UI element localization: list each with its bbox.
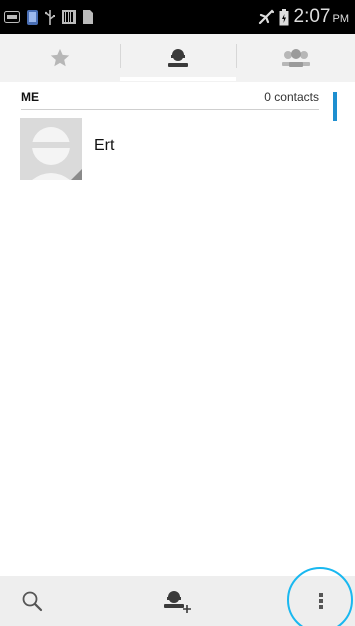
barcode-icon	[62, 10, 76, 24]
contact-count: 0 contacts	[264, 90, 319, 104]
selected-tab-indicator	[120, 77, 236, 81]
add-contact-button[interactable]	[153, 576, 203, 626]
status-time: 2:07	[293, 6, 331, 27]
contact-list[interactable]: ME 0 contacts Ert	[0, 82, 355, 576]
default-avatar-icon	[20, 118, 82, 180]
avatar[interactable]	[20, 118, 82, 180]
airplane-mode-icon	[258, 9, 274, 25]
usb-icon	[45, 9, 55, 25]
search-icon	[22, 591, 43, 612]
star-icon	[50, 48, 70, 67]
phone-icon	[27, 9, 38, 25]
sim-icon	[83, 10, 93, 24]
contact-name: Ert	[94, 137, 115, 154]
section-header-me: ME 0 contacts	[21, 90, 319, 110]
notification-count-icon	[4, 11, 20, 23]
section-title: ME	[21, 90, 39, 104]
status-ampm: PM	[332, 12, 350, 25]
tab-favorites[interactable]	[0, 34, 120, 82]
highlight-ring	[287, 567, 353, 626]
group-icon	[281, 49, 310, 67]
fast-scroll-indicator[interactable]	[333, 92, 337, 121]
add-contact-icon	[164, 591, 191, 613]
battery-icon	[279, 8, 289, 25]
tab-bar	[0, 34, 355, 82]
person-icon	[168, 49, 188, 67]
status-left-icons	[4, 9, 93, 25]
list-item[interactable]: Ert	[20, 118, 320, 180]
search-button[interactable]	[10, 576, 54, 626]
tab-groups[interactable]	[236, 34, 355, 82]
status-bar: 2:07 PM	[0, 0, 355, 34]
status-right-icons: 2:07 PM	[258, 7, 349, 27]
tab-contacts[interactable]	[120, 34, 236, 82]
